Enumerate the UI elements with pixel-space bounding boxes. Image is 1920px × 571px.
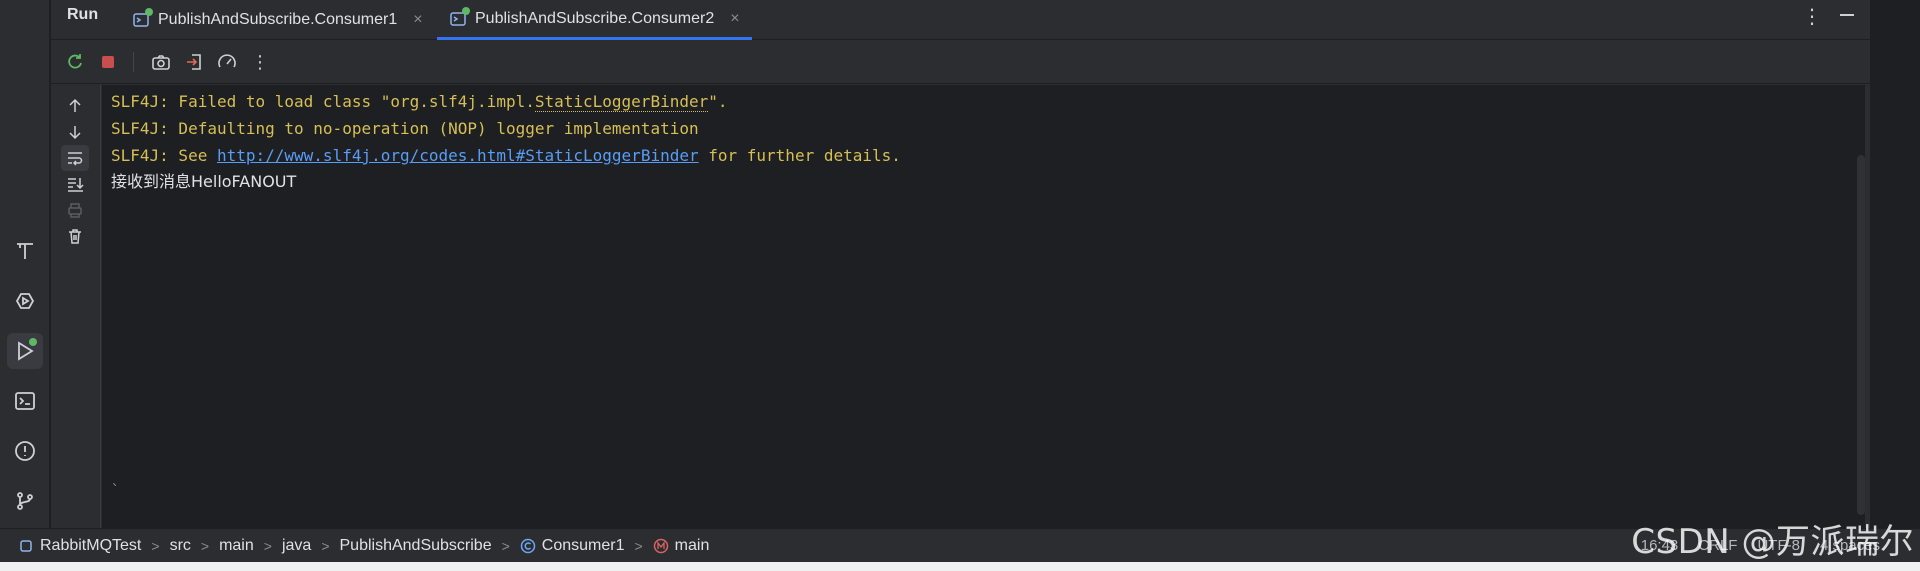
scroll-up-icon[interactable] [61, 93, 89, 119]
console-link[interactable]: http://www.slf4j.org/codes.html#StaticLo… [217, 146, 699, 165]
git-icon[interactable] [7, 483, 43, 519]
chevron-right-icon: > [501, 537, 510, 554]
rerun-icon[interactable] [63, 50, 87, 74]
method-icon [653, 538, 668, 553]
services-icon[interactable] [7, 283, 43, 319]
close-icon[interactable]: × [730, 10, 739, 28]
terminal-icon[interactable] [7, 383, 43, 419]
breadcrumb-method[interactable]: main [653, 537, 709, 555]
running-indicator [462, 6, 470, 15]
breadcrumb: RabbitMQTest > src > main > java > Publi… [0, 537, 709, 555]
close-icon[interactable]: × [413, 11, 422, 29]
breadcrumb-src[interactable]: src [170, 537, 191, 555]
scroll-down-icon[interactable] [61, 119, 89, 145]
tab-consumer1[interactable]: PublishAndSubscribe.Consumer1 × [120, 0, 435, 40]
soft-wrap-icon[interactable] [61, 145, 89, 171]
tab-label: PublishAndSubscribe.Consumer1 [158, 11, 398, 28]
running-indicator [29, 338, 37, 346]
breadcrumb-java[interactable]: java [282, 537, 311, 555]
tool-window-tab-bar: Run PublishAndSubscribe.Consumer1 × Publ… [51, 0, 1870, 40]
console-line: SLF4J: See http://www.slf4j.org/codes.ht… [111, 143, 901, 169]
exit-icon[interactable] [182, 50, 206, 74]
console-line: 接收到消息HelloFANOUT [111, 172, 297, 191]
camera-icon[interactable] [149, 50, 173, 74]
chevron-right-icon: > [200, 537, 210, 554]
breadcrumb-project[interactable]: RabbitMQTest [18, 537, 141, 555]
run-icon[interactable] [7, 333, 43, 369]
console-side-toolbar [51, 85, 101, 528]
console-line: SLF4J: Defaulting to no-operation (NOP) … [111, 119, 699, 138]
class-icon [520, 538, 536, 553]
tool-window-stripe [0, 0, 50, 528]
tab-label: PublishAndSubscribe.Consumer2 [475, 9, 715, 27]
build-icon[interactable] [7, 233, 43, 269]
print-icon[interactable] [61, 197, 89, 223]
console-text: SLF4J: Failed to load class "org.slf4j.i… [111, 92, 535, 111]
console-cursor: ` [111, 483, 120, 499]
module-icon [20, 539, 32, 552]
console-line: SLF4J: Failed to load class "org.slf4j.i… [111, 89, 728, 115]
running-indicator [145, 8, 153, 16]
console-class-name: StaticLoggerBinder [534, 92, 709, 112]
bottom-edge [0, 562, 1920, 571]
tab-consumer2[interactable]: PublishAndSubscribe.Consumer2 × [437, 0, 752, 40]
more-icon[interactable]: ⋮ [248, 50, 272, 74]
run-tool-window: Run PublishAndSubscribe.Consumer1 × Publ… [51, 0, 1870, 528]
more-options-icon[interactable]: ⋮ [1802, 4, 1822, 29]
profiler-icon[interactable] [215, 50, 239, 74]
run-toolbar: ⋮ [51, 40, 1870, 84]
chevron-right-icon: > [634, 537, 643, 554]
run-config-icon [132, 8, 153, 29]
tool-window-title: Run [67, 6, 99, 23]
minimize-icon[interactable] [1840, 14, 1854, 16]
console-text: ". [708, 92, 728, 111]
stop-icon[interactable] [96, 50, 120, 74]
console-output[interactable]: SLF4J: Failed to load class "org.slf4j.i… [102, 85, 1865, 528]
watermark: CSDN @万派瑞尔 [1631, 522, 1914, 562]
run-config-icon [449, 6, 470, 28]
clear-icon[interactable] [61, 223, 89, 249]
vertical-scrollbar[interactable] [1857, 155, 1865, 515]
console-text: SLF4J: See [111, 146, 217, 165]
chevron-right-icon: > [263, 537, 272, 554]
toolbar-separator [133, 52, 134, 72]
scroll-to-end-icon[interactable] [61, 171, 89, 197]
chevron-right-icon: > [151, 537, 160, 554]
problems-icon[interactable] [7, 433, 43, 469]
breadcrumb-package[interactable]: PublishAndSubscribe [340, 537, 492, 555]
breadcrumb-class[interactable]: Consumer1 [520, 537, 624, 555]
breadcrumb-main-folder[interactable]: main [219, 537, 254, 555]
chevron-right-icon: > [321, 537, 330, 554]
console-text: for further details. [698, 146, 901, 165]
